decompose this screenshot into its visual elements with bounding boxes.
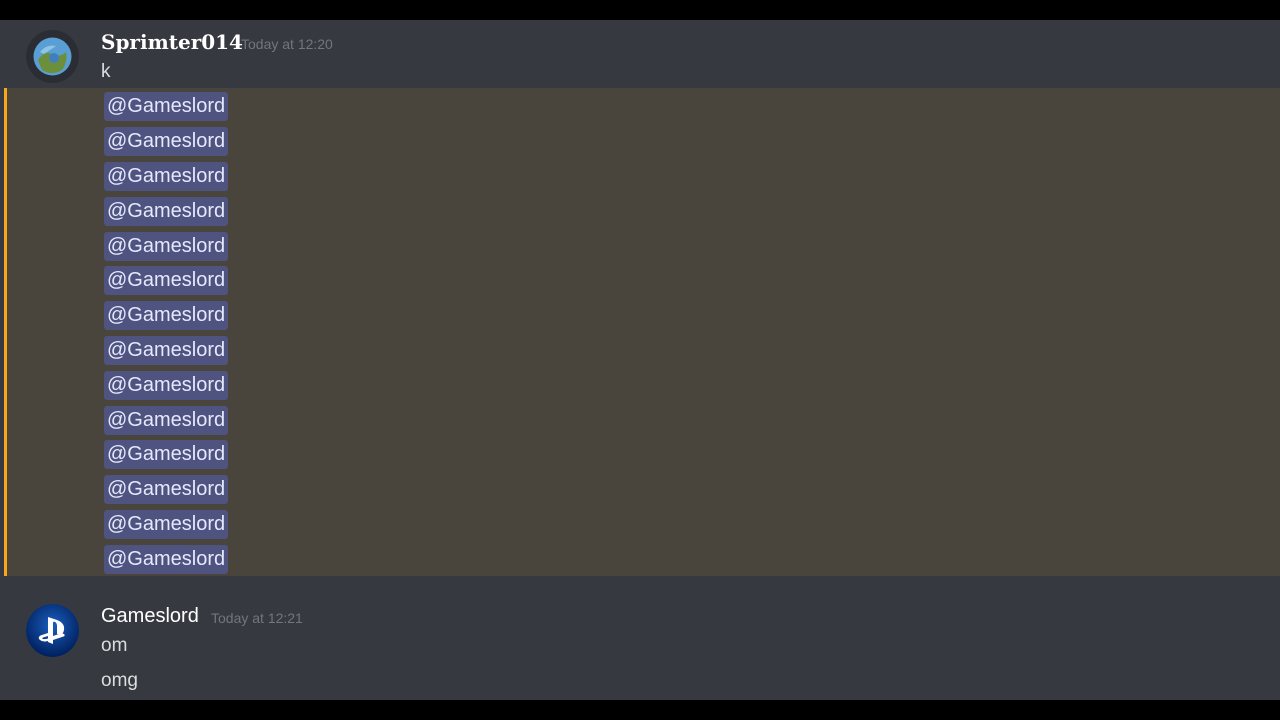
user-mention[interactable]: @Gameslord	[104, 371, 229, 400]
message-timestamp: Today at 12:21	[211, 610, 303, 626]
letterbox-bottom	[0, 700, 1280, 720]
user-avatar[interactable]	[26, 30, 79, 83]
user-mention[interactable]: @Gameslord	[104, 162, 229, 191]
user-mention[interactable]: @Gameslord	[104, 510, 229, 539]
mention-highlight-block: @Gameslord @Gameslord @Gameslord @Gamesl…	[4, 88, 1280, 576]
chat-messages: Sprimter014 Today at 12:20 k @Gameslord …	[0, 20, 1280, 700]
message-text: k	[101, 61, 111, 82]
user-avatar[interactable]	[26, 604, 79, 657]
letterbox-top	[0, 0, 1280, 20]
user-mention[interactable]: @Gameslord	[104, 440, 229, 469]
user-mention[interactable]: @Gameslord	[104, 232, 229, 261]
user-mention[interactable]: @Gameslord	[104, 475, 229, 504]
user-mention[interactable]: @Gameslord	[104, 545, 229, 574]
message-text: omg	[101, 670, 138, 691]
username[interactable]: Gameslord	[101, 604, 199, 628]
blue-planet-avatar-icon	[26, 30, 79, 83]
playstation-logo-avatar-icon	[26, 604, 79, 657]
username[interactable]: Sprimter014	[101, 30, 243, 54]
user-mention[interactable]: @Gameslord	[104, 266, 229, 295]
user-mention[interactable]: @Gameslord	[104, 301, 229, 330]
message-timestamp: Today at 12:20	[241, 36, 333, 52]
user-mention[interactable]: @Gameslord	[104, 127, 229, 156]
user-mention[interactable]: @Gameslord	[104, 197, 229, 226]
message-text: om	[101, 635, 128, 656]
user-mention[interactable]: @Gameslord	[104, 406, 229, 435]
user-mention[interactable]: @Gameslord	[104, 92, 229, 121]
user-mention[interactable]: @Gameslord	[104, 336, 229, 365]
